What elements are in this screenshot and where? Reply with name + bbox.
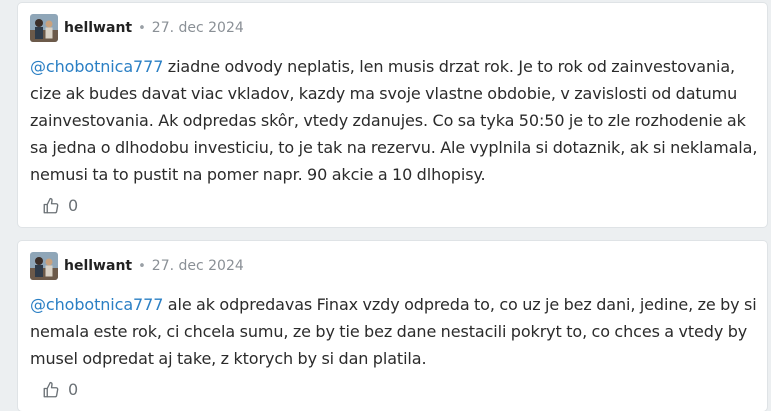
avatar[interactable] — [30, 252, 58, 280]
comment-date: 27. dec 2024 — [151, 20, 244, 36]
comment-text: @chobotnica777 ale ak odpredavas Finax v… — [30, 291, 760, 372]
mention-link[interactable]: @chobotnica777 — [30, 57, 163, 76]
thumbs-up-icon — [42, 381, 60, 399]
like-count: 0 — [68, 196, 79, 215]
comment-text: @chobotnica777 ziadne odvody neplatis, l… — [30, 53, 760, 188]
comment-card: hellwant • 27. dec 2024 @chobotnica777 a… — [18, 241, 767, 411]
author-name[interactable]: hellwant — [64, 20, 132, 36]
comment-date: 27. dec 2024 — [151, 258, 244, 274]
like-count: 0 — [68, 380, 79, 399]
comment-body: ziadne odvody neplatis, len musis drzat … — [30, 57, 758, 184]
meta-separator: • — [138, 258, 146, 274]
meta-separator: • — [138, 20, 146, 36]
comment-header: hellwant • 27. dec 2024 — [30, 14, 244, 42]
avatar[interactable] — [30, 14, 58, 42]
comment-card: hellwant • 27. dec 2024 @chobotnica777 z… — [18, 3, 767, 227]
mention-link[interactable]: @chobotnica777 — [30, 295, 163, 314]
like-button[interactable]: 0 — [42, 380, 78, 399]
like-button[interactable]: 0 — [42, 196, 78, 215]
thumbs-up-icon — [42, 197, 60, 215]
author-name[interactable]: hellwant — [64, 258, 132, 274]
comment-header: hellwant • 27. dec 2024 — [30, 252, 244, 280]
